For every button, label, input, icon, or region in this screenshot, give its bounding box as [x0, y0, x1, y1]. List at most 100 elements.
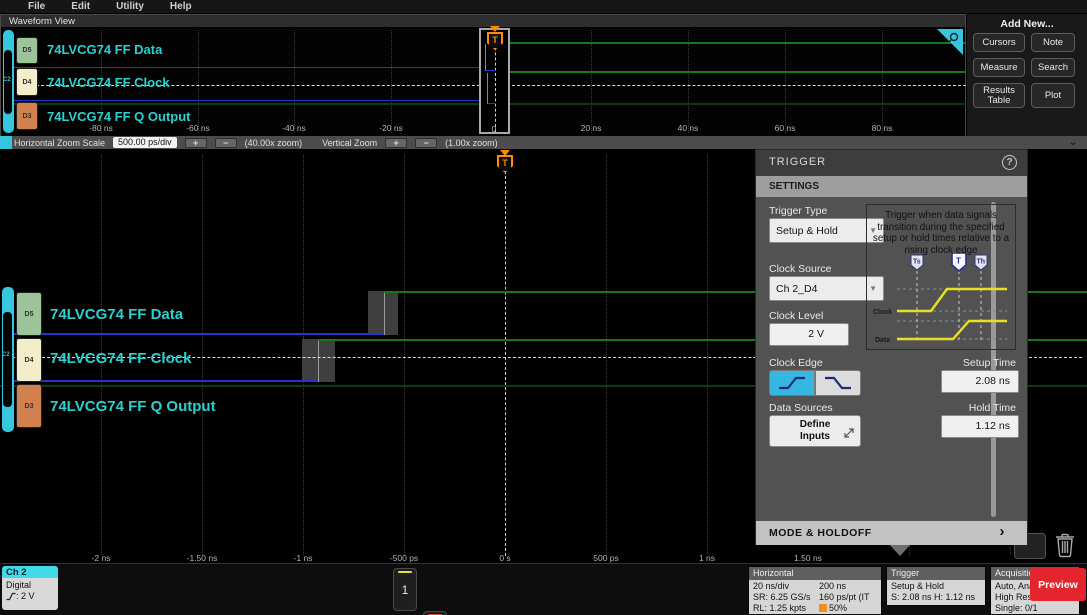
channel-name-data[interactable]: 74LVCG74 FF Data	[50, 306, 183, 323]
data-transition-region	[368, 291, 398, 335]
trash-button[interactable]	[1052, 531, 1080, 561]
note-button[interactable]: Note	[1031, 33, 1075, 52]
svg-text:Th: Th	[977, 259, 986, 266]
trash-icon	[1052, 531, 1078, 559]
clock-source-value: Ch 2_D4	[776, 283, 817, 295]
mode-holdoff-label: MODE & HOLDOFF	[769, 527, 872, 539]
mode-holdoff-bar[interactable]: MODE & HOLDOFF ›	[756, 521, 1027, 545]
gridline	[785, 30, 786, 133]
h-sample-rate: SR: 6.25 GS/s	[753, 592, 819, 603]
trigger-type-label: Trigger Type	[769, 205, 827, 217]
search-button[interactable]: Search	[1031, 58, 1075, 77]
channel-chip-d3[interactable]: D3	[16, 102, 38, 130]
v-zoom-label: Vertical Zoom	[322, 138, 377, 148]
trigger-type: Setup & Hold	[891, 581, 985, 592]
menu-file[interactable]: File	[28, 1, 45, 12]
channel-chip-d5[interactable]: D5	[16, 37, 38, 64]
horizontal-badge[interactable]: Horizontal 20 ns/div200 ns SR: 6.25 GS/s…	[748, 566, 882, 614]
overview-waveform-area[interactable]: 0 s T C2 D5 D4 D3 74LVCG74 FF Data 74LVC…	[0, 27, 966, 136]
axis-tick: 80 ns	[872, 123, 893, 133]
cursors-button[interactable]: Cursors	[973, 33, 1025, 52]
channel-chip-d3[interactable]: D3	[16, 384, 42, 428]
channel-chip-d5[interactable]: D5	[16, 292, 42, 336]
plot-button[interactable]: Plot	[1031, 83, 1075, 108]
menu-bar: File Edit Utility Help	[0, 0, 1087, 14]
clock-level-label: Clock Level	[769, 310, 823, 322]
axis-tick: 40 ns	[678, 123, 699, 133]
channel2-badge[interactable]: Ch 2 Digital : 2 V	[2, 566, 58, 612]
clock-low-trace	[12, 380, 318, 382]
channel-name-q[interactable]: 74LVCG74 FF Q Output	[47, 109, 191, 124]
v-zoom-minus-button[interactable]: −	[415, 138, 437, 148]
h-scale: 20 ns/div	[753, 581, 819, 592]
channel-button-1[interactable]: 1	[393, 568, 417, 611]
clock-level-field[interactable]: 2 V	[769, 323, 849, 346]
measure-button[interactable]: Measure	[973, 58, 1025, 77]
menu-edit[interactable]: Edit	[71, 1, 90, 12]
setup-hold-diagram: Clock Data Ts T Th	[871, 253, 1011, 345]
data-transition-edge	[384, 291, 385, 335]
add-new-title: Add New...	[967, 18, 1087, 30]
gridline	[606, 155, 607, 555]
channel-chip-d4[interactable]: D4	[16, 338, 42, 382]
rising-edge-button[interactable]	[769, 370, 815, 396]
preview-button[interactable]: Preview	[1030, 568, 1086, 601]
menu-utility[interactable]: Utility	[116, 1, 144, 12]
axis-tick: -2 ns	[92, 553, 111, 563]
channel-button-3[interactable]: 3	[423, 611, 447, 615]
channel-color-stripe	[398, 571, 412, 573]
chip-label: D4	[23, 79, 32, 86]
trigger-flag[interactable]: T	[497, 155, 513, 173]
h-position: 50%	[829, 603, 847, 614]
axis-tick: -500 ps	[390, 553, 418, 563]
channel-name-q[interactable]: 74LVCG74 FF Q Output	[50, 398, 216, 415]
svg-text:T: T	[956, 257, 961, 266]
help-icon[interactable]: ?	[1002, 155, 1017, 170]
trigger-panel-title: TRIGGER	[756, 150, 1027, 176]
h-zoom-minus-button[interactable]: −	[215, 138, 237, 148]
clock-edge-toggle	[769, 370, 861, 396]
chip-label: D4	[25, 357, 34, 364]
channel2-badge-body: Digital : 2 V	[2, 578, 58, 610]
gridline	[591, 30, 592, 133]
svg-text:Clock: Clock	[873, 309, 892, 316]
zoom-view-handle-tab[interactable]	[0, 136, 12, 149]
clock-high-trace	[507, 71, 966, 73]
menu-help[interactable]: Help	[170, 1, 192, 12]
v-zoom-plus-button[interactable]: +	[385, 138, 407, 148]
zoom-scale-bar: Horizontal Zoom Scale 500.00 ps/div + − …	[0, 136, 1087, 149]
channel-group-label: C2	[2, 352, 10, 358]
trigger-badge[interactable]: Trigger Setup & Hold S: 2.08 ns H: 1.12 …	[886, 566, 986, 606]
rising-edge-icon	[777, 375, 807, 391]
channel2-mode: Digital	[6, 580, 58, 591]
setup-time-field[interactable]: 2.08 ns	[941, 370, 1019, 393]
data-sources-label: Data Sources	[769, 402, 833, 414]
bottom-bar: Ch 2 Digital : 2 V 1 3 4 5 6 7 8 Add New…	[0, 563, 1087, 615]
collapse-chevron-icon[interactable]: ⌄	[1069, 137, 1077, 148]
channel-name-clock[interactable]: 74LVCG74 FF Clock	[47, 75, 170, 90]
data-low-trace	[11, 67, 479, 68]
data-low-trace	[12, 333, 384, 335]
falling-edge-button[interactable]	[815, 370, 861, 396]
channel-group-label: C2	[3, 77, 11, 83]
axis-tick: 0 s	[499, 553, 510, 563]
channel-name-data[interactable]: 74LVCG74 FF Data	[47, 42, 162, 57]
trigger-settings-tab[interactable]: SETTINGS	[756, 176, 1027, 197]
h-zoom-label: Horizontal Zoom Scale	[14, 138, 105, 148]
results-table-button[interactable]: Results Table	[973, 83, 1025, 108]
hold-time-label: Hold Time	[941, 402, 1016, 414]
channel-button-label: 1	[402, 583, 409, 597]
h-zoom-plus-button[interactable]: +	[185, 138, 207, 148]
axis-tick: 1.50 ns	[794, 553, 822, 563]
axis-tick: -1.50 ns	[187, 553, 218, 563]
axis-tick: 60 ns	[775, 123, 796, 133]
channel-chip-d4[interactable]: D4	[16, 68, 38, 96]
chip-label: D5	[25, 311, 34, 318]
h-zoom-value[interactable]: 500.00 ps/div	[113, 137, 177, 148]
chip-label: D3	[25, 403, 34, 410]
channel-name-clock[interactable]: 74LVCG74 FF Clock	[50, 350, 191, 367]
trigger-panel: TRIGGER ? SETTINGS Trigger Type Setup & …	[755, 149, 1028, 545]
chevron-right-icon: ›	[1000, 523, 1006, 540]
gridline	[688, 30, 689, 133]
hold-time-field[interactable]: 1.12 ns	[941, 415, 1019, 438]
